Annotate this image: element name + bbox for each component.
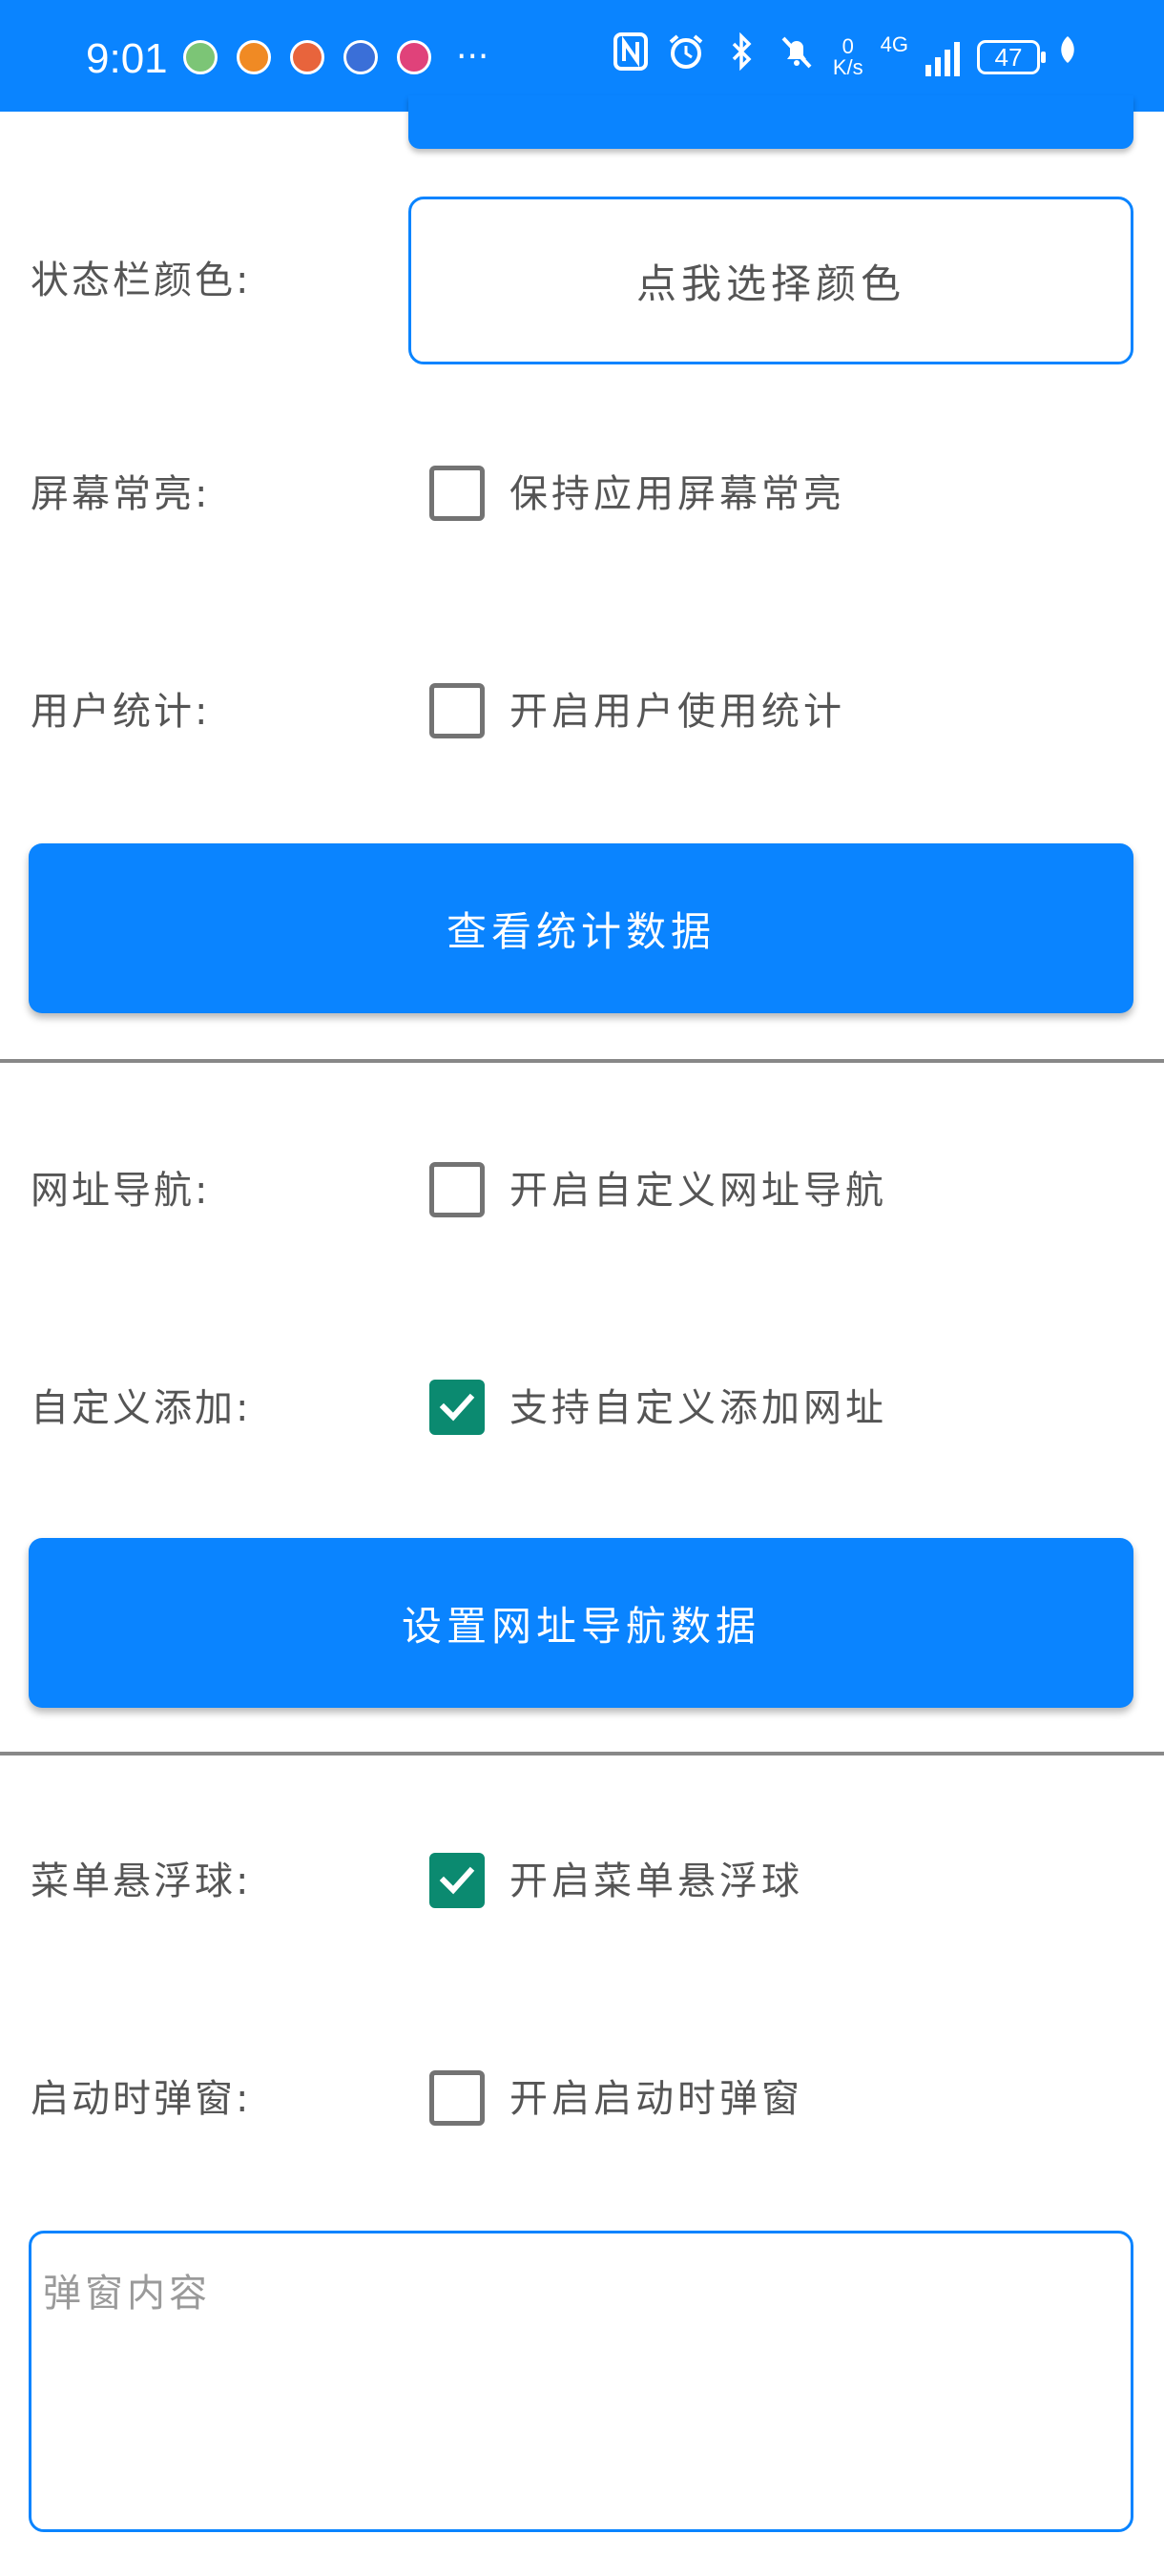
network-type: 4G [880, 32, 908, 56]
keep-screen-on-checkbox[interactable] [429, 466, 485, 521]
status-bar-color-label: 状态栏颜色: [31, 259, 252, 302]
user-stats-checkbox[interactable] [429, 683, 485, 738]
app-icon-1 [183, 40, 218, 74]
menu-ball-checkbox[interactable] [429, 1853, 485, 1908]
nfc-icon [612, 31, 650, 83]
popup-content-input[interactable] [29, 2231, 1133, 2532]
battery-icon: 47 [977, 40, 1046, 74]
set-url-nav-data-button[interactable]: 设置网址导航数据 [29, 1538, 1133, 1708]
custom-add-option[interactable]: 支持自定义添加网址 [509, 1380, 887, 1437]
status-indicators: 0 K/s 4G 47 [612, 31, 1078, 83]
section-divider [0, 1752, 1164, 1755]
menu-ball-option[interactable]: 开启菜单悬浮球 [509, 1853, 803, 1910]
alarm-icon [667, 32, 705, 83]
mute-icon [778, 32, 816, 83]
url-nav-option[interactable]: 开启自定义网址导航 [509, 1162, 887, 1219]
check-icon [439, 1866, 475, 1895]
notification-icons: ··· [183, 40, 488, 74]
signal-icon [925, 38, 960, 76]
custom-add-checkbox[interactable] [429, 1380, 485, 1435]
url-nav-label: 网址导航: [31, 1169, 211, 1213]
user-stats-option[interactable]: 开启用户使用统计 [509, 683, 845, 740]
pick-color-button[interactable]: 点我选择颜色 [408, 197, 1133, 364]
more-notifications-icon: ··· [456, 37, 489, 76]
view-stats-button[interactable]: 查看统计数据 [29, 843, 1133, 1013]
net-speed: 0 K/s [832, 34, 863, 79]
bluetooth-icon [722, 31, 760, 83]
menu-ball-label: 菜单悬浮球: [31, 1859, 252, 1903]
app-icon-5 [397, 40, 431, 74]
keep-screen-on-label: 屏幕常亮: [31, 472, 211, 516]
section-divider [0, 1059, 1164, 1063]
check-icon [439, 1393, 475, 1422]
leaf-icon [1057, 34, 1078, 80]
url-nav-checkbox[interactable] [429, 1162, 485, 1217]
app-icon-3 [290, 40, 324, 74]
status-time: 9:01 [86, 35, 168, 82]
user-stats-label: 用户统计: [31, 690, 211, 734]
app-icon-4 [343, 40, 378, 74]
startup-popup-label: 启动时弹窗: [31, 2077, 252, 2121]
startup-popup-checkbox[interactable] [429, 2070, 485, 2126]
startup-popup-option[interactable]: 开启启动时弹窗 [509, 2070, 803, 2128]
custom-add-label: 自定义添加: [31, 1386, 252, 1430]
previous-setting-button[interactable] [408, 95, 1133, 149]
keep-screen-on-option[interactable]: 保持应用屏幕常亮 [509, 466, 845, 523]
app-icon-2 [237, 40, 271, 74]
